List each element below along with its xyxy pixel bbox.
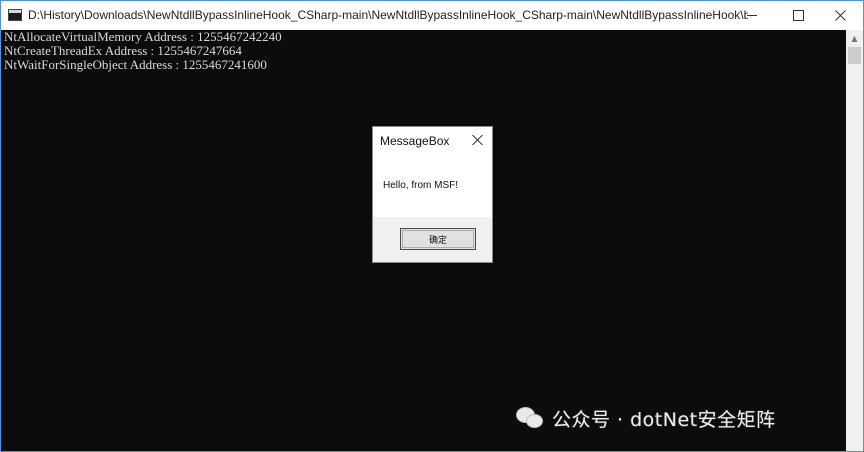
maximize-icon [792, 10, 804, 21]
message-box-dialog: MessageBox Hello, from MSF! 确定 [372, 126, 493, 263]
wechat-icon [516, 407, 544, 429]
watermark-text: 公众号 · dotNet安全矩阵 [552, 408, 776, 431]
wechat-bubble-small [526, 414, 543, 428]
dialog-message: Hello, from MSF! [383, 180, 459, 191]
console-app-icon [8, 9, 22, 21]
dialog-title: MessageBox [380, 134, 450, 148]
scroll-up-arrow-icon[interactable]: ▲ [846, 30, 863, 47]
close-icon [834, 10, 846, 21]
close-button[interactable] [817, 1, 863, 30]
console-line: NtCreateThreadEx Address : 1255467247664 [4, 43, 242, 58]
scrollbar-thumb[interactable] [848, 47, 861, 64]
vertical-scrollbar[interactable]: ▲ [846, 30, 863, 451]
maximize-button[interactable] [775, 1, 821, 30]
window-title: D:\History\Downloads\NewNtdllBypassInlin… [28, 8, 748, 22]
minimize-button[interactable] [729, 1, 775, 30]
minimize-icon [747, 15, 757, 16]
dialog-close-icon[interactable] [470, 132, 486, 148]
console-line: NtWaitForSingleObject Address : 12554672… [4, 57, 267, 72]
ok-button[interactable]: 确定 [400, 228, 476, 250]
title-bar[interactable]: D:\History\Downloads\NewNtdllBypassInlin… [1, 1, 863, 30]
console-line: NtAllocateVirtualMemory Address : 125546… [4, 30, 282, 44]
watermark: 公众号 · dotNet安全矩阵 [516, 404, 776, 432]
dialog-footer: 确定 [373, 217, 492, 262]
